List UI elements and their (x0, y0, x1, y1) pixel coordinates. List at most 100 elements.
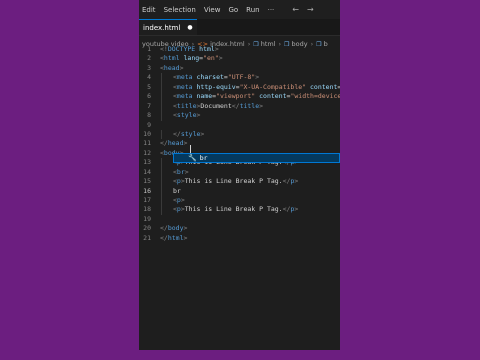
line-number: 13 (143, 158, 151, 167)
indent-guide (161, 101, 162, 112)
code-line[interactable]: 4 <meta charset="UTF-8"> (139, 73, 340, 83)
back-arrow-icon[interactable]: ← (292, 5, 299, 14)
code-token: http-equiv (196, 82, 236, 91)
code-line[interactable]: 20 </body> (139, 224, 340, 233)
line-number: 20 (143, 224, 151, 233)
menu-go[interactable]: Go (228, 6, 238, 14)
line-number: 1 (147, 45, 151, 53)
code-text: <p>This is Line Break P Tag.</p> (173, 205, 298, 214)
code-line[interactable]: 15 <p>This is Line Break P Tag.</p> (139, 177, 340, 187)
code-line[interactable]: 11 </head> (139, 139, 340, 148)
code-token: meta (176, 92, 193, 101)
code-token: > (200, 129, 205, 138)
code-token: head (163, 63, 180, 72)
code-text: </body> (160, 224, 187, 233)
line-number: 15 (143, 177, 151, 186)
code-token: lang (183, 54, 200, 63)
code-line[interactable]: 21 </html> (139, 234, 340, 243)
code-token: > (180, 196, 185, 204)
line-number: 16 (143, 186, 151, 195)
code-text: </head> (160, 139, 187, 148)
code-line[interactable]: 5 <meta http-equiv="X-UA-Compatible" cont… (139, 82, 340, 93)
code-text: <head> (160, 64, 184, 73)
code-token: > (294, 205, 299, 214)
code-text: </style> (173, 130, 204, 139)
code-token: > (183, 224, 188, 233)
code-token: name (196, 92, 213, 101)
code-token: Document (200, 101, 232, 110)
code-token: "width=device (290, 92, 340, 101)
code-token: </ (231, 101, 240, 110)
code-area[interactable]: 1 <!DOCTYPE html> 2 <html lang="en"> 3 <head>… (139, 45, 340, 243)
menu-edit[interactable]: Edit (142, 6, 156, 14)
code-line[interactable]: 2 <html lang="en"> (139, 54, 340, 63)
indent-guide (161, 158, 162, 168)
forward-arrow-icon[interactable]: → (307, 5, 314, 14)
code-token: > (196, 111, 201, 120)
line-number: 21 (143, 233, 151, 242)
line-number: 14 (143, 167, 151, 176)
code-text: <p>This is Line Break P Tag.</p> (173, 177, 298, 186)
code-text: <html lang="en"> (160, 54, 223, 63)
code-text: <!DOCTYPE html> (160, 45, 219, 54)
code-text: <meta http-equiv="X-UA-Compatible" conte… (173, 83, 340, 92)
code-line[interactable]: 6 <meta name="viewport" content="width=de… (139, 92, 340, 102)
code-token: "UTF-8" (227, 73, 256, 82)
code-line[interactable]: 9 (139, 121, 340, 130)
code-line[interactable]: 17 <p> (139, 196, 340, 206)
code-token: html (199, 45, 215, 53)
code-token: </ (173, 129, 181, 138)
code-token: content (310, 82, 338, 91)
code-line[interactable]: 7 <title>Document</title> (139, 101, 340, 112)
menu-bar: Edit Selection View Go Run ··· ← → (139, 0, 340, 19)
code-token: </ (160, 139, 168, 148)
indent-guide (161, 177, 162, 187)
code-token: > (214, 45, 219, 53)
code-line[interactable]: 18 <p>This is Line Break P Tag.</p> (139, 205, 340, 215)
code-line[interactable]: 16 br (139, 186, 340, 196)
code-token: meta (176, 73, 193, 82)
code-token: content (259, 92, 287, 101)
code-text: <p> (173, 196, 185, 205)
code-token: This is Line Break P Tag. (184, 205, 283, 214)
code-token: > (179, 63, 184, 72)
code-token: DOCTYPE (167, 45, 196, 53)
line-number: 9 (147, 120, 151, 129)
code-line[interactable]: 14 <br> (139, 167, 340, 178)
code-token: meta (176, 82, 193, 91)
indent-guide (161, 167, 162, 178)
menu-more-icon[interactable]: ··· (268, 6, 275, 14)
menu-selection[interactable]: Selection (164, 6, 196, 14)
code-token: > (259, 101, 264, 110)
autocomplete-suggestion[interactable]: 🔧 br (173, 153, 340, 163)
code-text: <meta name="viewport" content="width=dev… (173, 92, 340, 101)
indent-guide (161, 129, 162, 140)
line-number: 7 (147, 101, 151, 110)
code-text: <meta charset="UTF-8"> (173, 73, 259, 82)
code-token: title (176, 101, 197, 110)
code-token: This is Line Break P Tag. (184, 177, 283, 186)
code-line[interactable]: 19 (139, 215, 340, 224)
line-number: 18 (143, 205, 151, 214)
line-number: 6 (147, 92, 151, 101)
indent-guide (161, 82, 162, 93)
code-token: html (167, 233, 184, 242)
code-line[interactable]: 1 <!DOCTYPE html> (139, 45, 340, 54)
code-token: </ (160, 233, 168, 242)
code-token: > (218, 54, 223, 63)
code-line[interactable]: 3 <head> (139, 64, 340, 73)
indent-guide (161, 73, 162, 83)
menu-view[interactable]: View (204, 6, 221, 14)
tab-index-html[interactable]: index.html ● (139, 19, 197, 35)
code-editor-window: Edit Selection View Go Run ··· ← → index… (139, 0, 340, 350)
indent-guide (161, 205, 162, 215)
unsaved-dot-icon[interactable]: ● (187, 24, 192, 31)
code-token: body (167, 224, 184, 233)
code-line[interactable]: 8 <style> (139, 111, 340, 121)
code-token: "X-UA-Compatible" (239, 82, 307, 91)
code-token: br (176, 167, 185, 176)
code-line[interactable]: 10 </style> (139, 129, 340, 140)
menu-run[interactable]: Run (246, 6, 259, 14)
tab-label: index.html (143, 23, 181, 32)
line-number: 10 (143, 129, 151, 138)
